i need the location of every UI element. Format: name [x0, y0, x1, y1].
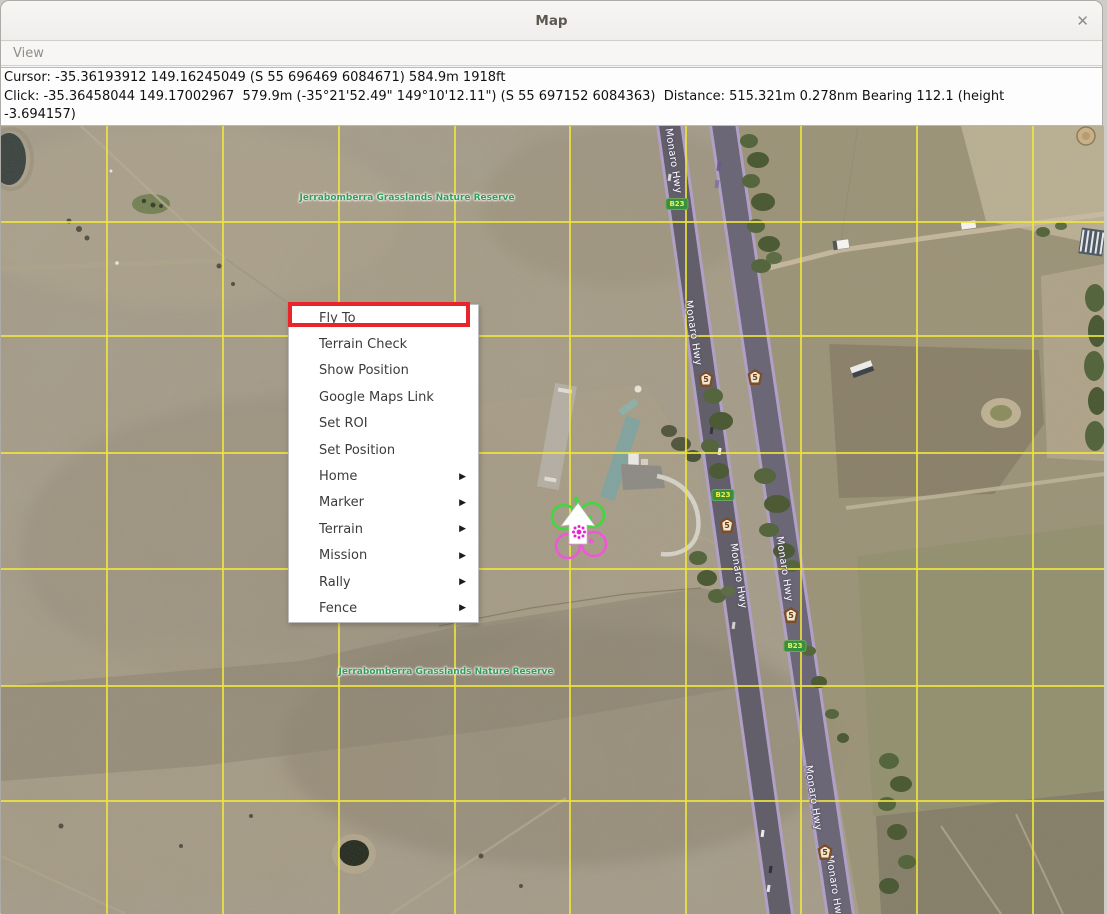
nature-reserve-label: Jerrabomberra Grasslands Nature Reserve [299, 193, 514, 203]
map-label-overlay: Jerrabomberra Grasslands Nature Reserve J… [1, 126, 1104, 914]
submenu-arrow-icon: ▶ [459, 498, 466, 508]
menu-item-label: Mission [319, 548, 367, 563]
menu-item-label: Set ROI [319, 416, 368, 431]
click-status-line: Click: -35.36458044 149.17002967 579.9m … [4, 88, 1099, 107]
menu-item-label: Home [319, 469, 357, 484]
route-marker-number: 5 [750, 372, 760, 383]
menu-item-label: Terrain Check [319, 337, 407, 352]
menu-item-set-position[interactable]: Set Position [289, 437, 478, 463]
road-name-label: Monaro Hwy [682, 300, 703, 367]
route-marker-shield: 5 [818, 844, 833, 860]
menu-item-show-position[interactable]: Show Position [289, 358, 478, 384]
submenu-arrow-icon: ▶ [459, 603, 466, 613]
route-marker-number: 5 [786, 610, 796, 621]
menubar: View [1, 42, 1102, 66]
nature-reserve-label: Jerrabomberra Grasslands Nature Reserve [338, 667, 553, 677]
menu-item-label: Fly To [319, 311, 356, 326]
road-name-label: Monaro Hwy [773, 536, 794, 603]
road-name-label: Monaro Hwy [823, 855, 844, 914]
status-panel: Cursor: -35.36193912 149.16245049 (S 55 … [1, 67, 1102, 126]
menu-item-label: Marker [319, 495, 364, 510]
menu-item-home[interactable]: Home ▶ [289, 463, 478, 489]
menu-item-label: Rally [319, 575, 351, 590]
close-icon[interactable]: ✕ [1076, 1, 1089, 41]
route-marker-shield: 5 [784, 607, 799, 623]
route-marker-shield: 5 [720, 517, 735, 533]
titlebar[interactable]: Map ✕ [1, 1, 1102, 41]
menu-item-terrain-check[interactable]: Terrain Check [289, 331, 478, 357]
road-name-label: Monaro Hwy [662, 128, 683, 195]
road-name-label: Monaro Hwy [802, 765, 823, 832]
road-name-label: Monaro Hwy [727, 543, 748, 610]
route-marker-shield: 5 [748, 369, 763, 385]
route-shield-b23: B23 [712, 490, 733, 500]
route-marker-number: 5 [820, 847, 830, 858]
map-context-menu: Fly To Terrain Check Show Position Google M… [288, 304, 479, 623]
menu-item-label: Terrain [319, 522, 363, 537]
submenu-arrow-icon: ▶ [459, 472, 466, 482]
menu-item-label: Set Position [319, 443, 395, 458]
map-window: Map ✕ View Cursor: -35.36193912 149.1624… [0, 0, 1103, 913]
menu-item-mission[interactable]: Mission ▶ [289, 543, 478, 569]
menu-item-fly-to[interactable]: Fly To [289, 305, 478, 331]
submenu-arrow-icon: ▶ [459, 577, 466, 587]
submenu-arrow-icon: ▶ [459, 551, 466, 561]
menu-item-google-maps-link[interactable]: Google Maps Link [289, 384, 478, 410]
route-marker-number: 5 [701, 374, 711, 385]
click-status-line-wrap: -3.694157) [4, 106, 1099, 125]
route-shield-b23: B23 [784, 641, 805, 651]
menu-item-marker[interactable]: Marker ▶ [289, 490, 478, 516]
window-title: Map [1, 1, 1102, 41]
menu-item-label: Show Position [319, 363, 409, 378]
route-marker-shield: 5 [699, 371, 714, 387]
menu-item-rally[interactable]: Rally ▶ [289, 569, 478, 595]
menu-item-terrain[interactable]: Terrain ▶ [289, 516, 478, 542]
menu-item-set-roi[interactable]: Set ROI [289, 411, 478, 437]
route-marker-number: 5 [722, 520, 732, 531]
menu-item-label: Google Maps Link [319, 390, 434, 405]
submenu-arrow-icon: ▶ [459, 524, 466, 534]
menu-item-fence[interactable]: Fence ▶ [289, 595, 478, 621]
route-shield-b23: B23 [666, 199, 687, 209]
menu-item-label: Fence [319, 601, 357, 616]
map-canvas[interactable]: Jerrabomberra Grasslands Nature Reserve J… [1, 126, 1104, 914]
menu-view[interactable]: View [1, 42, 56, 66]
cursor-status-line: Cursor: -35.36193912 149.16245049 (S 55 … [4, 69, 1099, 88]
